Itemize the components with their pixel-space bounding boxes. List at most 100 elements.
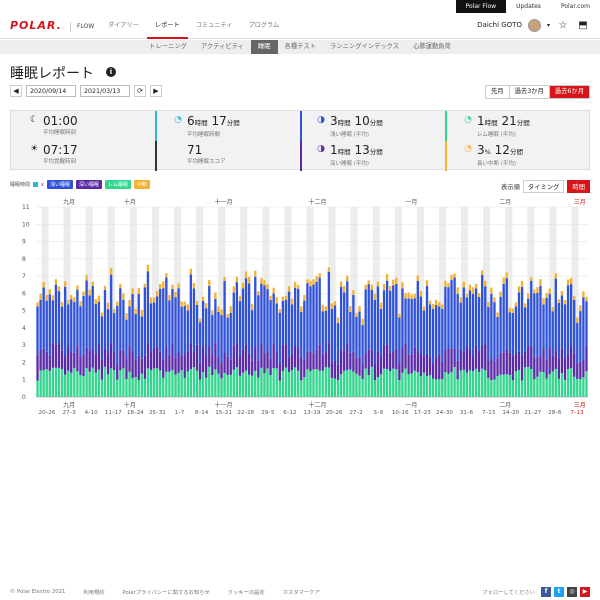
sleep-bar-segment (168, 355, 171, 372)
sleep-bar-segment (404, 298, 407, 344)
sleep-bar-segment (355, 316, 358, 358)
legend-light[interactable]: 浅い睡眠 (46, 180, 73, 189)
subnav-tests[interactable]: 各種テスト (278, 40, 323, 54)
link-polar-flow[interactable]: Polar Flow (455, 0, 507, 13)
sleep-bar-segment (195, 300, 199, 305)
sleep-bar-segment (278, 308, 281, 313)
sleep-bar-segment (416, 350, 419, 373)
sleep-bar-segment (401, 282, 404, 289)
sleep-bar-segment (324, 367, 327, 397)
sleep-bar-segment (73, 367, 76, 397)
prev-period-button[interactable]: ◀ (10, 85, 22, 97)
link-polar-com[interactable]: Polar.com (551, 0, 600, 13)
sleep-bar-segment (453, 273, 456, 278)
instagram-icon[interactable]: ◎ (567, 587, 577, 597)
star-icon[interactable]: ☆ (556, 18, 570, 32)
info-icon[interactable]: i (106, 67, 116, 77)
sleep-bar-segment (523, 367, 527, 397)
sleep-bar-segment (122, 350, 125, 369)
sleep-bar-segment (257, 295, 260, 361)
stat-rem-sleep: ◔ 1時間 21分間 レム睡眠 (平均) (463, 115, 530, 138)
range-3-months[interactable]: 過去3か月 (508, 86, 549, 98)
footer-terms[interactable]: 利用規約 (83, 588, 104, 596)
subnav-activity[interactable]: アクティビティ (194, 40, 251, 54)
nav-community[interactable]: コミュニティ (188, 13, 241, 39)
sleep-bar-segment (453, 367, 456, 397)
sleep-bar-segment (287, 286, 291, 292)
sleep-bar-segment (260, 367, 263, 397)
polar-logo[interactable]: POLAR. (10, 19, 62, 32)
sleep-bar-segment (300, 380, 303, 397)
date-to-input[interactable]: 2021/03/13 (80, 85, 130, 97)
sleep-bar-segment (416, 372, 419, 397)
sleep-bar-segment (496, 312, 499, 318)
date-from-input[interactable]: 2020/09/14 (26, 85, 76, 97)
sleep-bar-segment (293, 345, 297, 368)
sleep-bar-segment (60, 350, 64, 369)
sleep-bar-segment (333, 301, 337, 306)
youtube-icon[interactable]: ▶ (580, 587, 590, 597)
next-period-button[interactable]: ▶ (150, 85, 162, 97)
sleep-bar-segment (505, 349, 508, 375)
y-tick-label: 3 (22, 342, 26, 349)
sleep-bar-segment (168, 300, 171, 356)
sleep-bar-segment (201, 345, 205, 373)
facebook-icon[interactable]: f (541, 587, 551, 597)
footer-cookies[interactable]: クッキーの設定 (228, 588, 265, 596)
sleep-bar-segment (63, 286, 67, 357)
user-name[interactable]: Daichi GOTO (477, 21, 522, 29)
legend-rem[interactable]: レム睡眠 (105, 180, 131, 189)
sleep-bar-segment (545, 359, 548, 379)
week-label: 14–20 (502, 410, 519, 416)
nav-diary[interactable]: ダイアリー (100, 13, 147, 39)
subnav-running-index[interactable]: ランニングインデックス (323, 40, 406, 54)
sleep-bar-segment (297, 284, 300, 289)
sort-timing[interactable]: タイミング (522, 180, 565, 193)
sleep-bar-segment (122, 368, 125, 397)
subnav-sleep[interactable]: 睡眠 (250, 40, 278, 54)
sleep-bar-segment (168, 371, 171, 397)
sleep-bar-segment (149, 369, 153, 397)
clock-icon: ◔ (174, 115, 182, 125)
light-sleep-icon: ◑ (317, 115, 325, 125)
range-last-month[interactable]: 先月 (486, 86, 509, 98)
sleep-bar-segment (42, 287, 45, 349)
sleep-bar-segment (343, 292, 346, 352)
refresh-icon[interactable]: ⟳ (134, 85, 146, 97)
month-label-bottom: 九月 (63, 401, 75, 409)
sleep-bar-segment (416, 280, 419, 351)
sleep-bar-segment (453, 349, 456, 368)
sleep-bar-segment (585, 301, 588, 346)
sleep-bar-segment (42, 348, 45, 371)
sleep-bar-segment (48, 294, 51, 356)
footer-support[interactable]: カスタマーケア (283, 588, 320, 596)
sleep-bar-segment (569, 277, 573, 285)
twitter-icon[interactable]: t (554, 587, 564, 597)
sleep-bar-segment (275, 303, 278, 353)
sleep-bar-segment (159, 288, 162, 352)
range-6-months[interactable]: 過去6か月 (548, 86, 589, 98)
sleep-bar-segment (54, 279, 58, 285)
avatar[interactable] (527, 18, 541, 32)
sort-label: 表示順 (501, 184, 520, 191)
legend-interrupt[interactable]: 中断 (133, 180, 150, 189)
link-updates[interactable]: Updates (506, 0, 551, 13)
sleep-bar-segment (60, 302, 64, 307)
sleep-bar-segment (128, 299, 131, 307)
stat-avg-sleep-time: ☾ 01:00 平均睡眠時刻 (29, 115, 78, 136)
nav-programs[interactable]: プログラム (240, 13, 287, 39)
sleep-bar-segment (551, 371, 554, 397)
sleep-bar-segment (477, 297, 481, 351)
legend-deep[interactable]: 深い睡眠 (76, 180, 103, 189)
sleep-bar-segment (364, 284, 367, 290)
chevron-down-icon[interactable]: ▾ (547, 22, 550, 29)
subnav-training[interactable]: トレーニング (142, 40, 194, 54)
sort-time[interactable]: 時間 (567, 180, 590, 193)
sync-icon[interactable]: ⬒ (576, 18, 590, 32)
sleep-bar-segment (481, 345, 484, 369)
sleep-bar-segment (490, 358, 493, 381)
nav-reports[interactable]: レポート (146, 13, 188, 39)
footer-privacy[interactable]: Polarプライバシーに関するお知らせ (123, 588, 210, 596)
sleep-bar-segment (146, 271, 150, 344)
subnav-cardio-load[interactable]: 心肺運動負荷 (406, 40, 458, 54)
